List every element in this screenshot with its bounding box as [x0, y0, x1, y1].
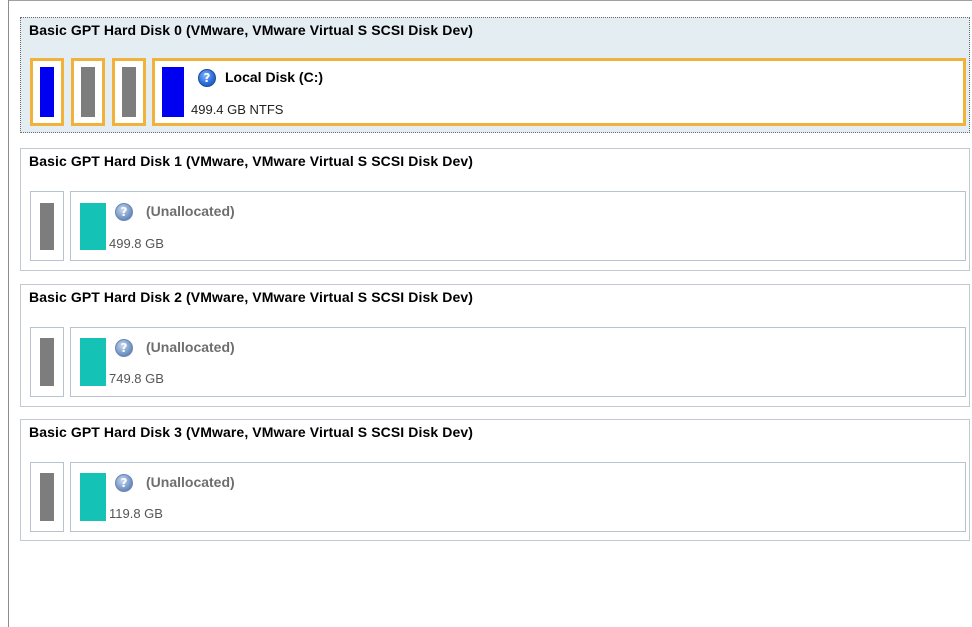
disk-0-partition-main[interactable]: ? Local Disk (C:) 499.4 GB NTFS: [152, 58, 966, 126]
panel-top-border: [8, 0, 972, 1]
disk-0-system-partition-3[interactable]: [112, 58, 146, 126]
help-icon: ?: [115, 203, 133, 221]
disk-2-partition-main[interactable]: ? (Unallocated) 749.8 GB: [70, 327, 966, 397]
disk-0-system-partition-2[interactable]: [71, 58, 105, 126]
disk-3-title: Basic GPT Hard Disk 3 (VMware, VMware Vi…: [29, 424, 473, 440]
partition-size: 499.8 GB: [109, 236, 164, 251]
partition-bar: [40, 67, 54, 117]
partition-bar: [40, 338, 54, 386]
partition-bar: [80, 473, 106, 521]
disk-0[interactable]: Basic GPT Hard Disk 0 (VMware, VMware Vi…: [20, 17, 970, 133]
partition-name: (Unallocated): [146, 474, 235, 490]
partition-bar: [80, 338, 106, 386]
partition-bar: [40, 473, 54, 521]
disk-1[interactable]: Basic GPT Hard Disk 1 (VMware, VMware Vi…: [20, 148, 970, 271]
disk-1-system-partition[interactable]: [30, 191, 64, 261]
partition-size: 499.4 GB NTFS: [191, 102, 284, 117]
help-icon: ?: [198, 69, 216, 87]
disk-2-system-partition[interactable]: [30, 327, 64, 397]
partition-bar: [122, 67, 136, 117]
disk-3-system-partition[interactable]: [30, 462, 64, 532]
help-icon: ?: [115, 474, 133, 492]
partition-name: (Unallocated): [146, 203, 235, 219]
disk-1-title: Basic GPT Hard Disk 1 (VMware, VMware Vi…: [29, 153, 473, 169]
partition-name: (Unallocated): [146, 339, 235, 355]
disk-2[interactable]: Basic GPT Hard Disk 2 (VMware, VMware Vi…: [20, 284, 970, 407]
partition-size: 119.8 GB: [109, 506, 163, 521]
partition-bar: [40, 203, 54, 250]
partition-bar: [81, 67, 95, 117]
partition-bar: [162, 67, 184, 117]
panel-left-border: [8, 0, 9, 627]
disk-1-partition-main[interactable]: ? (Unallocated) 499.8 GB: [70, 191, 966, 261]
partition-bar: [80, 203, 106, 250]
disk-0-system-partition-1[interactable]: [30, 58, 64, 126]
partition-size: 749.8 GB: [109, 371, 164, 386]
partition-name: Local Disk (C:): [225, 69, 324, 85]
disk-2-title: Basic GPT Hard Disk 2 (VMware, VMware Vi…: [29, 289, 473, 305]
disk-3[interactable]: Basic GPT Hard Disk 3 (VMware, VMware Vi…: [20, 419, 970, 541]
disk-0-title: Basic GPT Hard Disk 0 (VMware, VMware Vi…: [29, 22, 473, 38]
disk-3-partition-main[interactable]: ? (Unallocated) 119.8 GB: [70, 462, 966, 532]
help-icon: ?: [115, 339, 133, 357]
